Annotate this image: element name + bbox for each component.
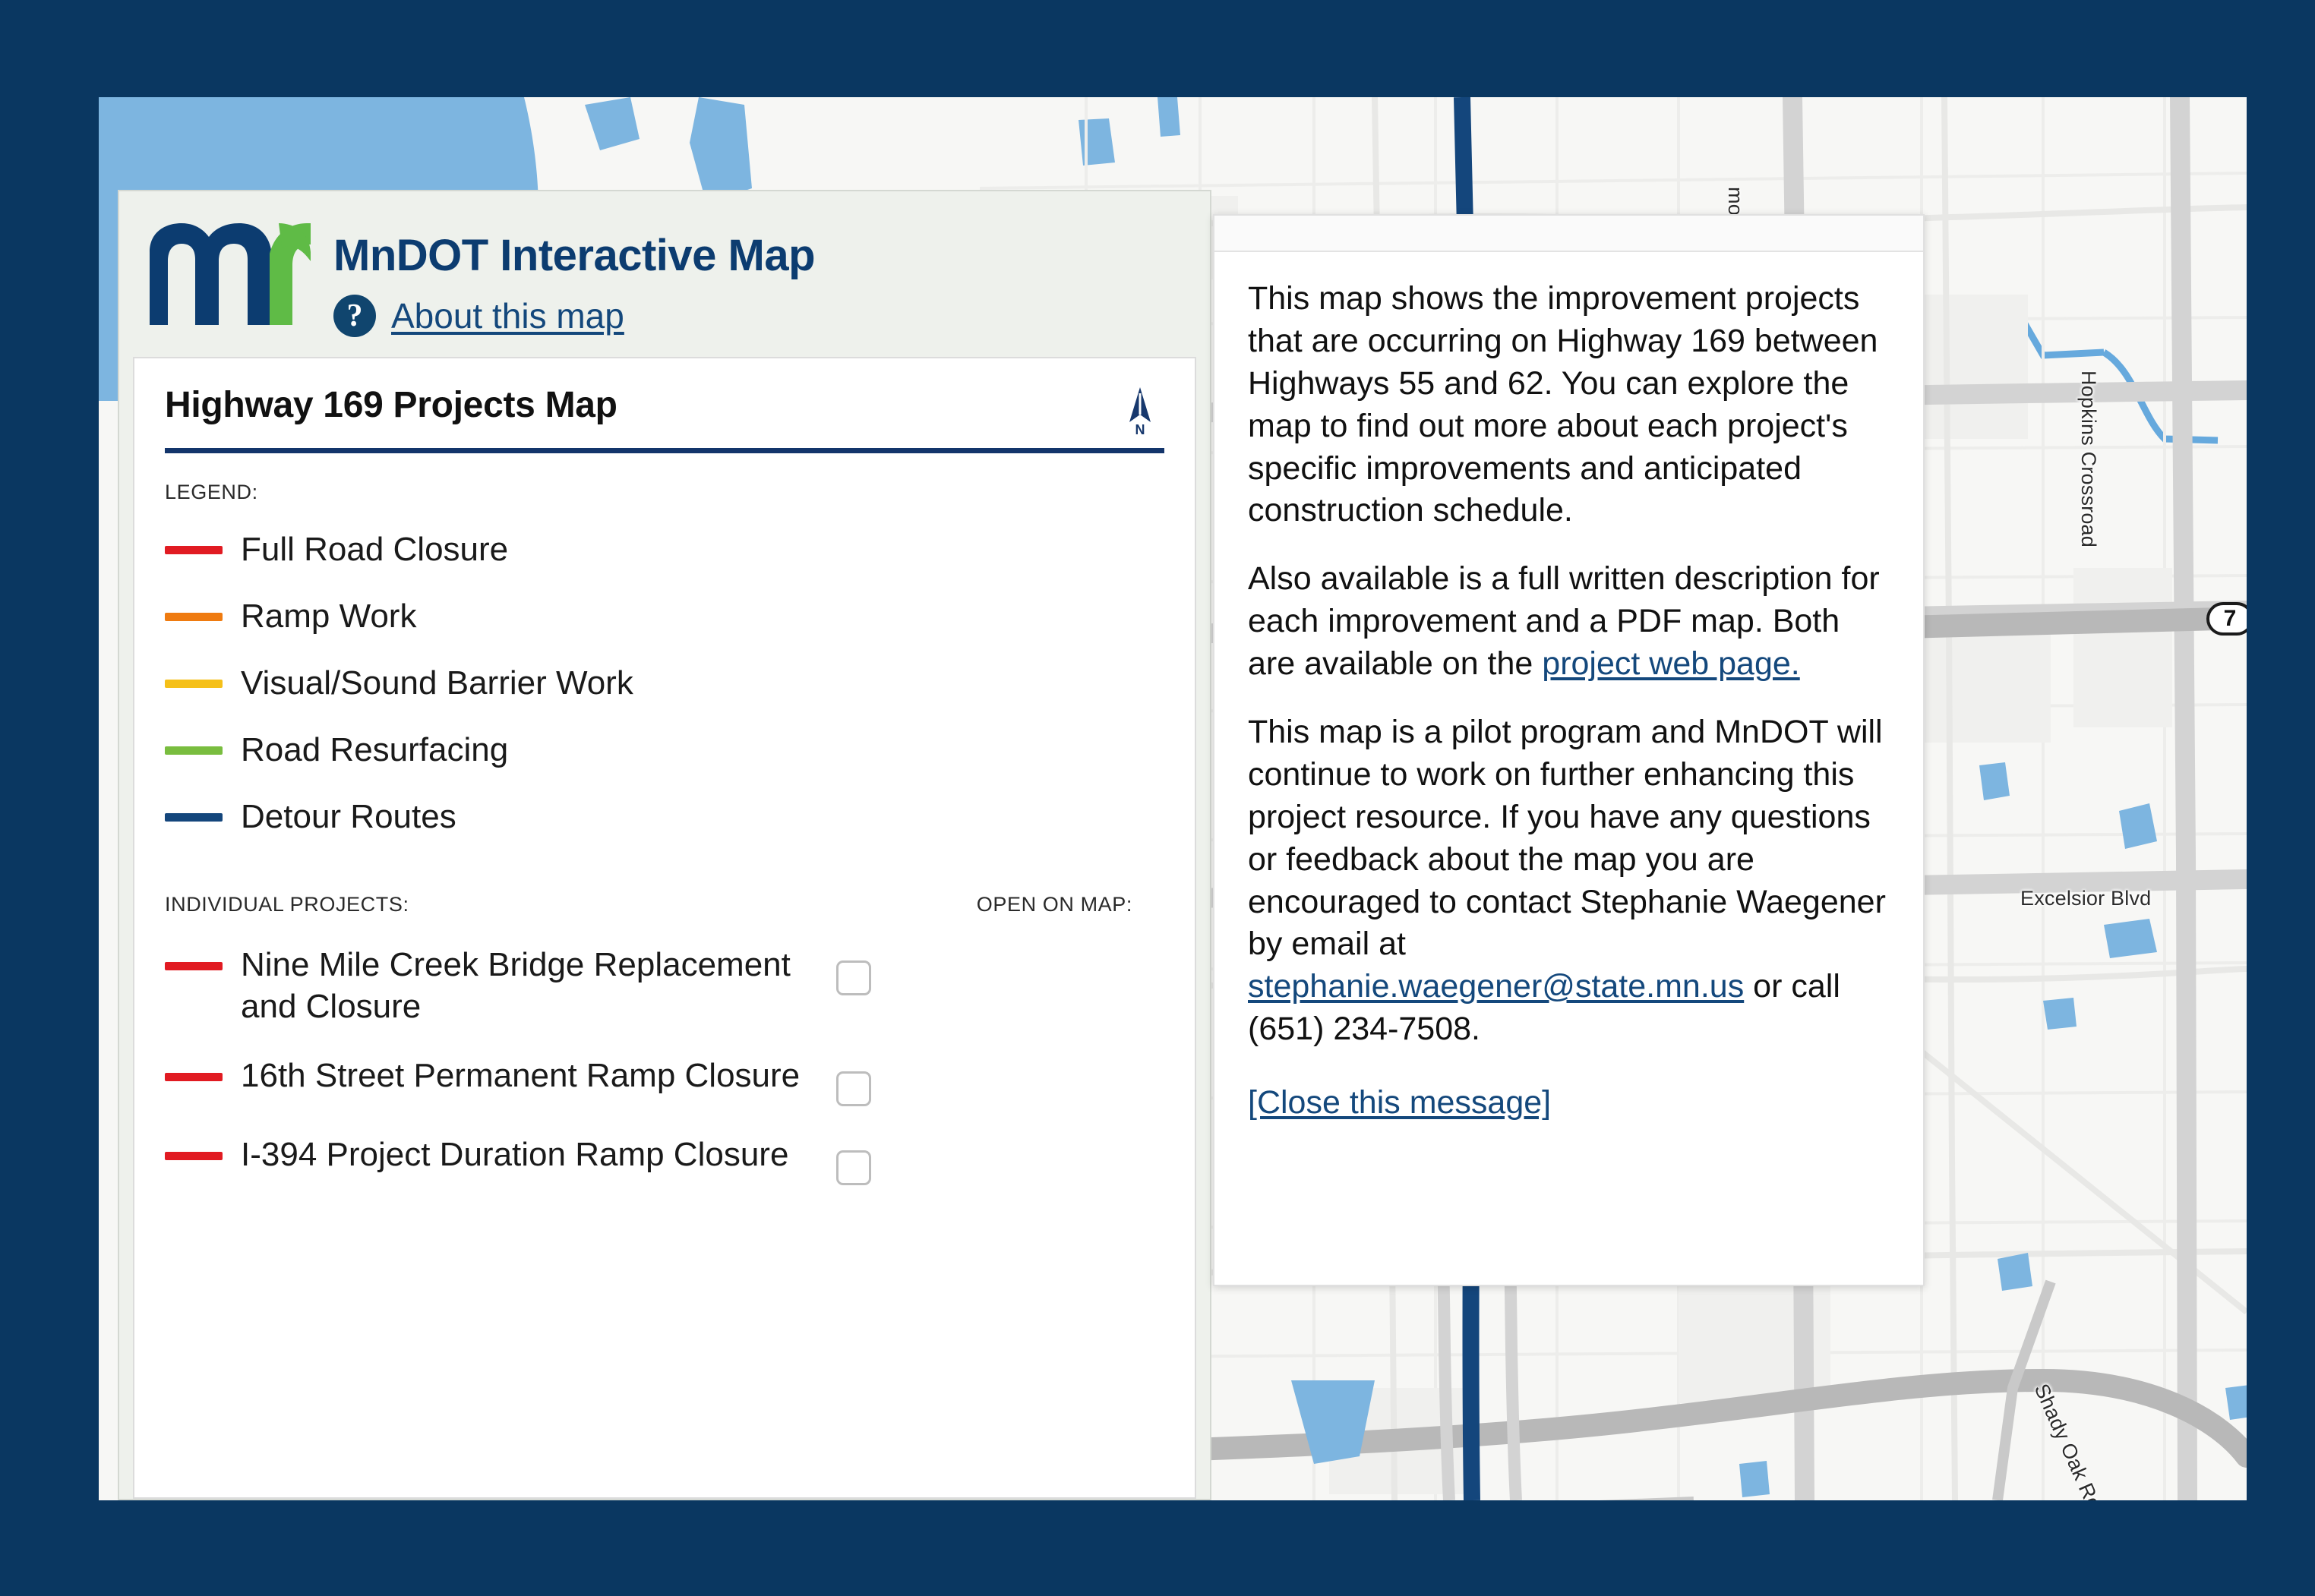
- question-mark-icon[interactable]: ?: [333, 295, 376, 337]
- legend-list: Full Road Closure Ramp Work Visual/Sound…: [165, 516, 1164, 850]
- close-this-message-link[interactable]: [Close this message]: [1248, 1084, 1551, 1121]
- open-on-map-heading: OPEN ON MAP:: [976, 893, 1132, 916]
- map-label-excelsior-blvd: Excelsior Blvd: [2020, 887, 2152, 910]
- info-paragraph-1: This map shows the improvement projects …: [1248, 280, 1878, 529]
- contact-email-link[interactable]: stephanie.waegener@state.mn.us: [1248, 968, 1744, 1005]
- project-web-page-link[interactable]: project web page.: [1542, 645, 1799, 682]
- project-open-on-map-checkbox[interactable]: [836, 1071, 871, 1106]
- project-open-on-map-checkbox[interactable]: [836, 960, 871, 995]
- legend-item: Road Resurfacing: [165, 717, 1164, 784]
- screen: mouth Rd Hopkins Crossroad Excelsior Blv…: [0, 0, 2315, 1596]
- title-divider: [165, 448, 1164, 453]
- mn-logo-icon: [150, 223, 311, 325]
- legend-item: Ramp Work: [165, 583, 1164, 650]
- legend-color-swatch: [165, 812, 223, 822]
- about-this-map-link[interactable]: About this map: [391, 295, 624, 336]
- about-map-info-panel: This map shows the improvement projects …: [1213, 214, 1925, 1286]
- project-color-swatch: [165, 1073, 223, 1081]
- project-list-item[interactable]: I-394 Project Duration Ramp Closure: [165, 1134, 1164, 1185]
- left-panel: MnDOT Interactive Map ? About this map H…: [118, 190, 1211, 1500]
- legend-item: Visual/Sound Barrier Work: [165, 650, 1164, 717]
- legend-item: Detour Routes: [165, 784, 1164, 850]
- legend-color-swatch: [165, 679, 223, 688]
- legend-color-swatch: [165, 545, 223, 554]
- project-name[interactable]: Nine Mile Creek Bridge Replacement and C…: [241, 944, 818, 1027]
- legend-item-label: Ramp Work: [241, 598, 417, 635]
- legend-heading: LEGEND:: [165, 481, 258, 503]
- info-paragraph-3-text: This map is a pilot program and MnDOT wi…: [1248, 714, 1886, 963]
- legend-item-label: Detour Routes: [241, 798, 456, 835]
- projects-heading: INDIVIDUAL PROJECTS:: [165, 893, 409, 916]
- info-panel-topbar: [1214, 216, 1923, 252]
- legend-item-label: Road Resurfacing: [241, 731, 509, 768]
- info-paragraph-2: Also available is a full written descrip…: [1248, 558, 1890, 686]
- project-list-item[interactable]: Nine Mile Creek Bridge Replacement and C…: [165, 944, 1164, 1027]
- page-title: MnDOT Interactive Map: [333, 231, 816, 280]
- panel-body: Highway 169 Projects Map N LEGEND: Full …: [133, 357, 1196, 1499]
- info-paragraph-3: This map is a pilot program and MnDOT wi…: [1248, 711, 1890, 1051]
- map-title-row: Highway 169 Projects Map N: [165, 384, 1164, 436]
- legend-color-swatch: [165, 746, 223, 755]
- svg-text:N: N: [1135, 422, 1145, 436]
- legend-item-label: Full Road Closure: [241, 531, 509, 568]
- project-color-swatch: [165, 1152, 223, 1160]
- panel-header: MnDOT Interactive Map ? About this map: [119, 191, 1210, 357]
- legend-item-label: Visual/Sound Barrier Work: [241, 664, 633, 702]
- map-label-hopkins-crossroad: Hopkins Crossroad: [2077, 371, 2100, 547]
- project-list-item[interactable]: 16th Street Permanent Ramp Closure: [165, 1055, 1164, 1106]
- project-name[interactable]: 16th Street Permanent Ramp Closure: [241, 1055, 818, 1096]
- legend-color-swatch: [165, 612, 223, 621]
- highway-shield-7: 7: [2206, 602, 2247, 636]
- road-vertical-e: [2170, 97, 2197, 1500]
- info-panel-body: This map shows the improvement projects …: [1214, 252, 1923, 1121]
- project-color-swatch: [165, 962, 223, 970]
- map-title: Highway 169 Projects Map: [165, 385, 617, 425]
- project-open-on-map-checkbox[interactable]: [836, 1150, 871, 1185]
- projects-header-row: INDIVIDUAL PROJECTS: OPEN ON MAP:: [165, 893, 1164, 916]
- north-arrow-icon: N: [1129, 387, 1151, 436]
- project-name[interactable]: I-394 Project Duration Ramp Closure: [241, 1134, 818, 1175]
- about-this-map-row[interactable]: ? About this map: [333, 295, 815, 337]
- legend-item: Full Road Closure: [165, 516, 1164, 583]
